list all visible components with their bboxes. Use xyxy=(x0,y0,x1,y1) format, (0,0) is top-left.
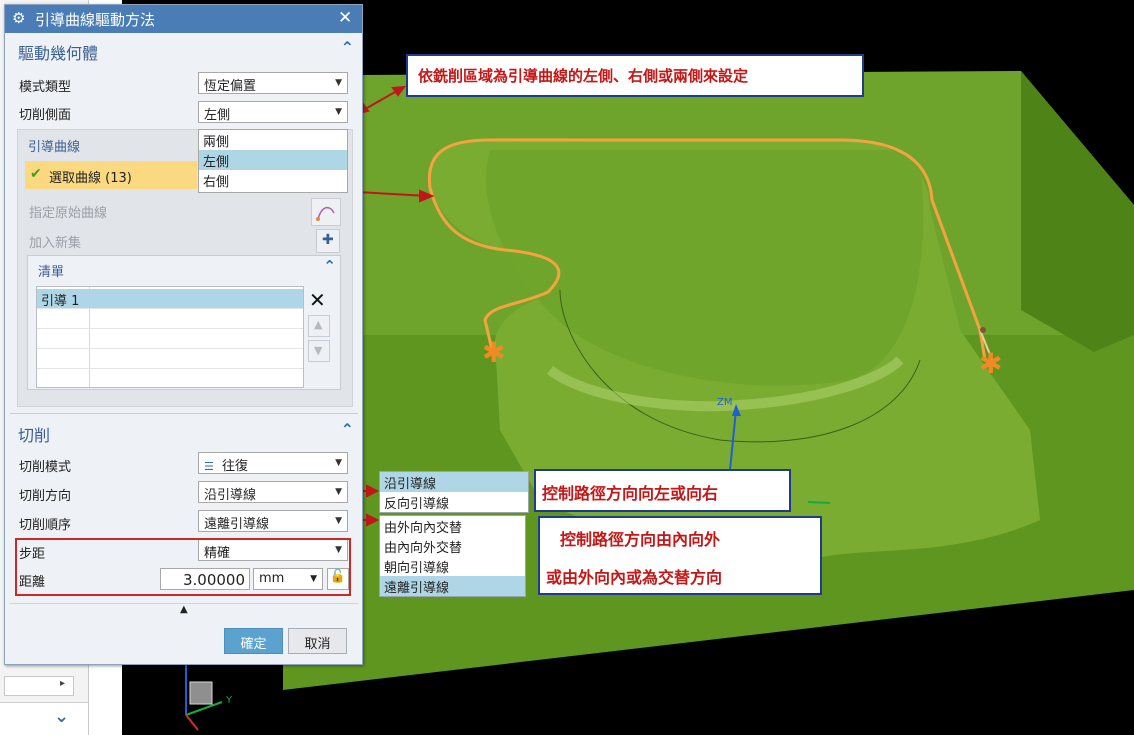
order-options-list[interactable]: 由外向內交替 由內向外交替 朝向引導線 遠離引導線 xyxy=(379,515,526,597)
guide-curve-drive-dialog: ⚙ 引導曲線驅動方法 ✕ 驅動幾何體 ⌃ 模式類型 恆定偏置 ▼ 切削側面 左側… xyxy=(4,4,363,665)
dropdown-arrow-icon: ▼ xyxy=(335,458,342,468)
list-item[interactable]: 引導 1 xyxy=(37,289,303,309)
cut-side-dropdown-list[interactable]: 兩側 左側 右側 xyxy=(198,129,348,193)
stage: ✱ ✱ ZM Y ▸ ⌄ ⚙ 引導曲線驅動方法 ✕ 驅動幾何體 ⌃ 模式類型 恆… xyxy=(0,0,1134,735)
direction-options-list[interactable]: 沿引導線 反向引導線 xyxy=(379,471,529,513)
cut-pattern-label: 切削模式 xyxy=(19,460,72,475)
panel-footer xyxy=(0,702,88,735)
cancel-button[interactable]: 取消 xyxy=(288,628,347,654)
cut-side-option[interactable]: 左側 xyxy=(199,150,347,170)
cut-side-label: 切削側面 xyxy=(19,108,72,123)
section-cut[interactable]: 切削 ⌃ xyxy=(10,418,358,445)
list-item[interactable] xyxy=(37,309,303,329)
specify-origin-label: 指定原始曲線 xyxy=(29,206,108,221)
cut-side-option[interactable]: 右側 xyxy=(199,170,347,190)
section-divider xyxy=(10,413,358,414)
guide-list[interactable]: 引導 1 xyxy=(36,286,304,388)
list-item-label: 引導 1 xyxy=(41,294,80,309)
pattern-type-label: 模式類型 xyxy=(19,80,72,95)
chevron-up-icon[interactable]: ⌃ xyxy=(323,257,336,275)
cut-side-select[interactable]: 左側 ▼ xyxy=(198,101,348,123)
dropdown-arrow-icon: ▼ xyxy=(335,78,342,88)
select-curve-label: 選取曲線 (13) xyxy=(49,171,132,186)
chevron-up-icon[interactable]: ⌃ xyxy=(341,420,354,439)
cut-direction-label: 切削方向 xyxy=(19,489,72,504)
callout-cut-side: 依銑削區域為引導曲線的左側、右側或兩側來設定 xyxy=(406,54,864,97)
section-title: 驅動幾何體 xyxy=(18,44,99,63)
chevron-up-icon[interactable]: ⌃ xyxy=(341,38,354,57)
end-marker-icon: ✱ xyxy=(979,347,1002,380)
cut-pattern-select[interactable]: ☰ 往復 ▼ xyxy=(198,452,348,474)
more-toggle[interactable]: ▲ xyxy=(10,603,358,621)
list-item[interactable] xyxy=(37,329,303,349)
dropdown-arrow-icon: ▼ xyxy=(335,107,342,117)
guide-curves-header: 引導曲線 xyxy=(28,140,81,155)
section-title: 切削 xyxy=(18,426,51,445)
direction-option[interactable]: 沿引導線 xyxy=(380,472,528,492)
list-item[interactable] xyxy=(37,369,303,389)
cut-side-option[interactable]: 兩側 xyxy=(199,130,347,150)
add-new-set-label: 加入新集 xyxy=(29,236,82,251)
triad-y-label: Y xyxy=(225,695,233,706)
highlight-box xyxy=(15,538,351,596)
list-item[interactable] xyxy=(37,349,303,369)
dropdown-arrow-icon: ▼ xyxy=(335,487,342,497)
cut-pattern-value: 往復 xyxy=(222,459,249,474)
close-icon[interactable]: ✕ xyxy=(338,8,352,28)
curve-icon[interactable] xyxy=(311,198,341,226)
start-marker-icon: ✱ xyxy=(482,336,505,369)
pattern-type-select[interactable]: 恆定偏置 ▼ xyxy=(198,72,348,94)
callout-order-line1: 控制路徑方向由內向外 xyxy=(560,530,721,549)
section-drive-geometry[interactable]: 驅動幾何體 ⌃ xyxy=(10,36,358,63)
chevron-up-icon[interactable]: ▲ xyxy=(180,604,188,615)
callout-order: 控制路徑方向由內向外 或由外向內或為交替方向 xyxy=(538,516,822,595)
gear-icon[interactable]: ⚙ xyxy=(12,9,25,27)
dropdown-arrow-icon: ▼ xyxy=(335,516,342,526)
cut-order-value: 遠離引導線 xyxy=(204,517,270,532)
pattern-type-value: 恆定偏置 xyxy=(204,79,257,94)
zm-axis-label: ZM xyxy=(717,397,732,408)
cut-direction-select[interactable]: 沿引導線 ▼ xyxy=(198,481,348,503)
move-up-icon[interactable]: ▲ xyxy=(308,315,330,337)
cut-order-label: 切削順序 xyxy=(19,518,72,533)
callout-order-line2: 或由外向內或為交替方向 xyxy=(546,568,723,587)
zigzag-icon: ☰ xyxy=(204,460,214,473)
callout-direction: 控制路徑方向向左或向右 xyxy=(534,469,791,512)
ok-button[interactable]: 確定 xyxy=(224,628,283,654)
select-curve-row[interactable]: ✔ 選取曲線 (13) xyxy=(25,161,197,189)
order-option[interactable]: 由內向外交替 xyxy=(380,536,525,556)
dialog-title-bar: ⚙ 引導曲線驅動方法 ✕ xyxy=(5,5,362,33)
order-option[interactable]: 朝向引導線 xyxy=(380,556,525,576)
checkmark-icon: ✔ xyxy=(30,166,42,182)
move-down-icon[interactable]: ▼ xyxy=(308,340,330,362)
chevron-down-icon[interactable]: ⌄ xyxy=(54,706,69,727)
delete-x-icon[interactable]: ✕ xyxy=(309,288,326,312)
order-option[interactable]: 遠離引導線 xyxy=(380,576,525,596)
order-option[interactable]: 由外向內交替 xyxy=(380,516,525,536)
add-set-icon[interactable]: ✚ xyxy=(316,229,340,253)
list-header: 清單 xyxy=(38,265,65,280)
scroll-right-icon[interactable]: ▸ xyxy=(60,678,65,689)
direction-option[interactable]: 反向引導線 xyxy=(380,492,528,512)
cut-direction-value: 沿引導線 xyxy=(204,488,257,503)
cut-order-select[interactable]: 遠離引導線 ▼ xyxy=(198,510,348,532)
cut-side-value: 左側 xyxy=(204,108,231,123)
dialog-title: 引導曲線驅動方法 xyxy=(35,11,156,29)
